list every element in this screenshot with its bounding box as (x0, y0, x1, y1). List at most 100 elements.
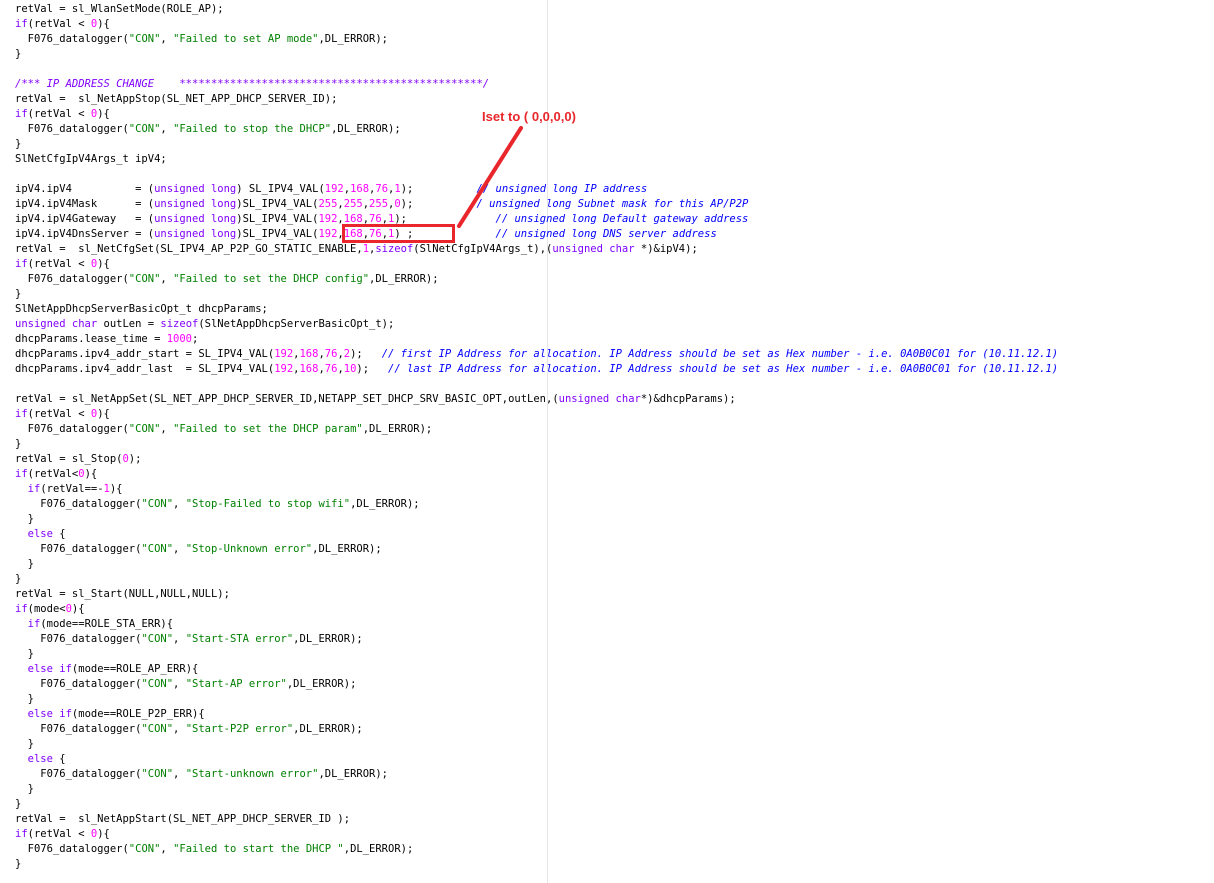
code-token: (SlNetAppDhcpServerBasicOpt_t); (198, 318, 395, 330)
code-token: (retVal==- (40, 483, 104, 495)
code-token: // unsigned long Default gateway address (495, 213, 749, 225)
code-token: if (15, 108, 28, 120)
code-editor[interactable]: retVal = sl_WlanSetMode(ROLE_AP); if(retV… (0, 0, 1214, 883)
code-token: F076_datalogger( (15, 543, 142, 555)
code-line: if(retVal<0){ (15, 467, 97, 482)
code-line: F076_datalogger("CON", "Failed to set AP… (15, 32, 388, 47)
code-token: } (15, 138, 22, 150)
code-line: dhcpParams.ipv4_addr_start = SL_IPV4_VAL… (15, 347, 1058, 362)
code-line: if(retVal < 0){ (15, 257, 110, 272)
code-line: else { (15, 752, 66, 767)
code-token: { (52, 753, 66, 765)
code-area[interactable]: retVal = sl_WlanSetMode(ROLE_AP); if(retV… (0, 0, 1214, 883)
code-token: "CON" (128, 33, 161, 45)
code-token: ){ (97, 408, 110, 420)
code-line: } (15, 557, 34, 572)
code-token: ; (192, 333, 199, 345)
code-token: ,DL_ERROR); (369, 273, 439, 285)
code-line: if(retVal < 0){ (15, 107, 110, 122)
code-token: // unsigned long IP address (476, 183, 648, 195)
code-token: (retVal < (27, 828, 91, 840)
code-line: unsigned char outLen = sizeof(SlNetAppDh… (15, 317, 394, 332)
code-token: /*** IP ADDRESS CHANGE *****************… (15, 78, 490, 90)
code-token: dhcpParams.ipv4_addr_last = SL_IPV4_VAL( (15, 363, 275, 375)
code-token: } (15, 558, 34, 570)
code-line: F076_datalogger("CON", "Failed to set th… (15, 422, 433, 437)
code-line: } (15, 437, 21, 452)
code-token: , (173, 543, 186, 555)
code-token: "Failed to set the DHCP param" (173, 423, 363, 435)
code-token: outLen = (97, 318, 161, 330)
code-token: SlNetAppDhcpServerBasicOpt_t dhcpParams; (15, 303, 268, 315)
code-token: "CON" (128, 843, 161, 855)
annotation-label: Iset to ( 0,0,0,0) (482, 109, 576, 124)
highlight-box (342, 224, 455, 243)
code-line: F076_datalogger("CON", "Failed to start … (15, 842, 414, 857)
code-token: (retVal< (27, 468, 79, 480)
code-line: retVal = sl_NetAppStop(SL_NET_APP_DHCP_S… (15, 92, 337, 107)
code-token: ,DL_ERROR); (318, 33, 389, 45)
code-line: else { (15, 527, 66, 542)
code-token: sizeof (375, 243, 414, 255)
code-token: 255 (343, 198, 363, 210)
code-token: ); (350, 348, 382, 360)
code-token: retVal = sl_NetAppStart(SL_NET_APP_DHCP_… (15, 813, 351, 825)
code-token: 192 (274, 363, 294, 375)
code-line: retVal = sl_WlanSetMode(ROLE_AP); (15, 2, 224, 17)
code-token: ); (400, 183, 477, 195)
code-token: 10 (343, 363, 357, 375)
code-token: 76 (324, 348, 338, 360)
code-token: 255 (369, 198, 389, 210)
code-line: retVal = sl_Stop(0); (15, 452, 141, 467)
code-line: retVal = sl_NetAppSet(SL_NET_APP_DHCP_SE… (15, 392, 736, 407)
code-token: (mode< (27, 603, 66, 615)
code-line: ipV4.ipV4 = (unsigned long) SL_IPV4_VAL(… (15, 182, 647, 197)
code-token: "CON" (141, 543, 174, 555)
code-line: F076_datalogger("CON", "Start-STA error"… (15, 632, 363, 647)
code-line: } (15, 137, 21, 152)
code-line: } (15, 572, 21, 587)
code-token: ipV4.ipV4DnsServer = ( (15, 228, 155, 240)
code-token: ,DL_ERROR); (293, 633, 363, 645)
code-token: (retVal < (27, 108, 91, 120)
code-line: F076_datalogger("CON", "Start-unknown er… (15, 767, 388, 782)
code-token: 168 (299, 363, 319, 375)
code-token: *)&dhcpParams); (640, 393, 736, 405)
code-token: retVal = sl_NetCfgSet(SL_IPV4_AP_P2P_GO_… (15, 243, 363, 255)
code-token: F076_datalogger( (15, 498, 142, 510)
code-token: "CON" (128, 123, 161, 135)
code-line: /*** IP ADDRESS CHANGE *****************… (15, 77, 489, 92)
code-token: F076_datalogger( (15, 843, 129, 855)
code-line: if(retVal < 0){ (15, 407, 110, 422)
code-line: if(retVal < 0){ (15, 17, 110, 32)
code-token: // unsigned long Subnet mask for this AP… (470, 198, 749, 210)
code-token: F076_datalogger( (15, 723, 142, 735)
code-token: } (15, 288, 22, 300)
code-line: dhcpParams.ipv4_addr_last = SL_IPV4_VAL(… (15, 362, 1058, 377)
code-line: retVal = sl_NetCfgSet(SL_IPV4_AP_P2P_GO_… (15, 242, 698, 257)
code-token: "Start-unknown error" (185, 768, 319, 780)
code-token: "CON" (141, 678, 174, 690)
code-token: 255 (318, 198, 338, 210)
code-token: ,DL_ERROR); (331, 123, 401, 135)
code-token: ,DL_ERROR); (362, 423, 433, 435)
code-token: )SL_IPV4_VAL( (236, 228, 319, 240)
code-line: } (15, 857, 21, 872)
code-line: F076_datalogger("CON", "Stop-Unknown err… (15, 542, 381, 557)
code-token: if (27, 483, 41, 495)
code-line: if(retVal==-1){ (15, 482, 123, 497)
code-token: dhcpParams.lease_time = (15, 333, 167, 345)
code-line: if(retVal < 0){ (15, 827, 110, 842)
code-line: } (15, 692, 34, 707)
code-token: "Stop-Unknown error" (185, 543, 313, 555)
code-line: else if(mode==ROLE_P2P_ERR){ (15, 707, 205, 722)
code-line: } (15, 512, 34, 527)
code-token: else if (27, 663, 72, 675)
code-token: 168 (350, 183, 370, 195)
code-token: // unsigned long DNS server address (495, 228, 717, 240)
code-token: F076_datalogger( (15, 678, 142, 690)
code-token: 192 (274, 348, 294, 360)
code-token: ){ (71, 603, 85, 615)
code-token: { (52, 528, 66, 540)
